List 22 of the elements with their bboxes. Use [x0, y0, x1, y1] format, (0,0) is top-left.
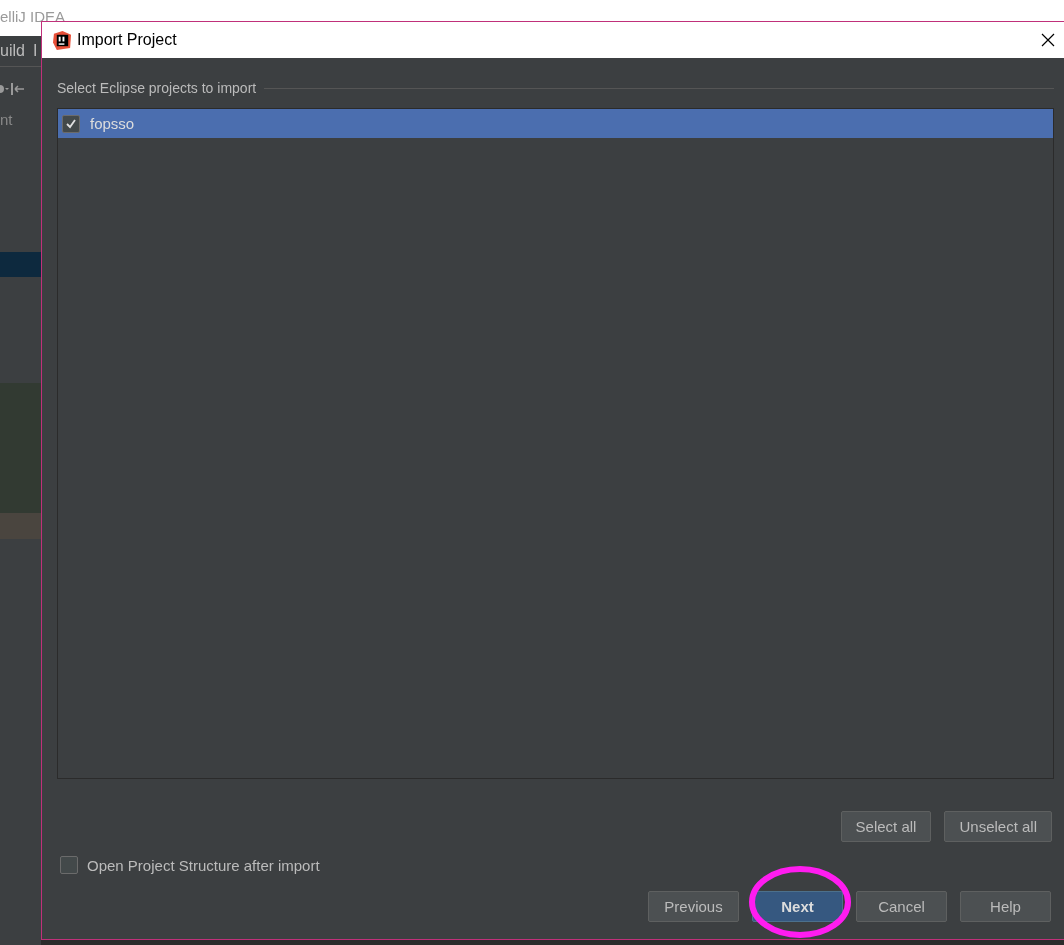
dialog-title: Import Project — [77, 31, 178, 49]
project-row[interactable]: fopsso — [58, 109, 1053, 138]
checkbox[interactable] — [62, 114, 80, 133]
check-icon — [65, 117, 77, 130]
menu-item[interactable]: uild — [0, 42, 25, 60]
dialog-button[interactable]: Previous — [648, 891, 739, 922]
collapse-icon[interactable] — [10, 81, 26, 97]
group-label: Select Eclipse projects to import — [57, 80, 257, 96]
panel-label: nt — [0, 111, 13, 128]
dialog-button[interactable]: Next — [752, 891, 843, 922]
status-row — [0, 513, 41, 539]
dialog-button[interactable]: Cancel — [856, 891, 947, 922]
project-name: fopsso — [90, 115, 135, 132]
checkbox[interactable] — [60, 856, 78, 874]
list-button[interactable]: Unselect all — [944, 811, 1052, 842]
close-icon[interactable] — [1041, 33, 1055, 47]
selected-row — [0, 252, 41, 277]
checkbox-label: Open Project Structure after import — [87, 856, 320, 874]
menu-item[interactable]: I — [32, 42, 38, 60]
app-logo-icon — [53, 30, 72, 50]
list-button[interactable]: Select all — [840, 811, 932, 842]
dialog-button[interactable]: Help — [960, 891, 1051, 922]
